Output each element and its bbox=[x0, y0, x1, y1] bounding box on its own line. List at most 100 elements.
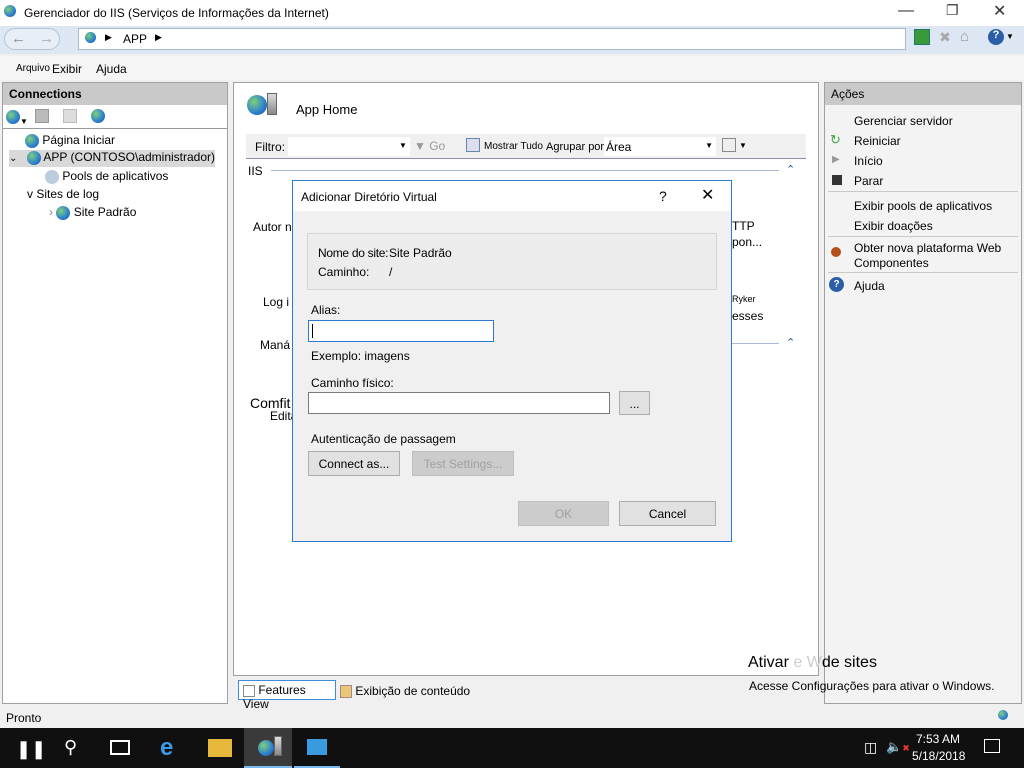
tab-label: Exibição de conteúdo bbox=[355, 684, 471, 698]
back-button[interactable]: ← bbox=[11, 30, 26, 47]
site-name-value: Site Padrão bbox=[389, 246, 452, 260]
action-web-platform[interactable]: Obter nova plataforma Web bbox=[854, 241, 1001, 255]
action-restart[interactable]: Reiniciar bbox=[854, 134, 901, 148]
tab-content-view[interactable]: Exibição de conteúdo bbox=[340, 682, 470, 700]
save-icon[interactable] bbox=[35, 109, 49, 123]
chevron-down-icon[interactable]: ⌄ bbox=[9, 153, 17, 164]
tree-item-app-pools[interactable]: Pools de aplicativos bbox=[45, 169, 168, 184]
physical-path-label: Caminho físico: bbox=[311, 376, 394, 390]
connections-panel: Connections ▼ Página Iniciar ⌄ APP (CONT… bbox=[2, 82, 228, 704]
breadcrumb-app[interactable]: APP bbox=[123, 32, 147, 46]
action-center-icon[interactable] bbox=[984, 739, 1000, 753]
ok-button[interactable]: OK bbox=[518, 501, 609, 526]
network-icon[interactable]: ◫ bbox=[864, 739, 877, 756]
filter-input[interactable] bbox=[288, 137, 410, 156]
menu-arquivo[interactable]: Arquivo bbox=[16, 63, 50, 74]
physical-path-input[interactable] bbox=[308, 392, 610, 414]
go-button[interactable]: ▼ Go bbox=[414, 139, 445, 153]
alias-input[interactable] bbox=[308, 320, 494, 342]
action-view-bindings[interactable]: Exibir doações bbox=[854, 219, 933, 233]
tree-item-sites[interactable]: v Sites de log bbox=[27, 187, 99, 201]
action-view-app-pools[interactable]: Exibir pools de aplicativos bbox=[854, 199, 992, 213]
status-server-icon bbox=[998, 709, 1008, 723]
start-icon: ▶ bbox=[832, 154, 840, 165]
add-virtual-directory-dialog: Adicionar Diretório Virtual ? ✕ Nome do … bbox=[292, 180, 732, 542]
path-label: Caminho: bbox=[318, 265, 370, 279]
cancel-button[interactable]: Cancel bbox=[619, 501, 716, 526]
tree-label: APP (CONTOSO\administrador) bbox=[43, 150, 216, 164]
action-manage-server[interactable]: Gerenciar servidor bbox=[854, 114, 953, 128]
feature-label[interactable]: Ryker bbox=[732, 294, 756, 304]
feature-label[interactable]: Log i bbox=[263, 295, 289, 309]
go-label: Go bbox=[429, 139, 446, 153]
activation-watermark-text: Acesse Configurações para ativar o Windo… bbox=[749, 679, 995, 693]
feature-label[interactable]: Autor n bbox=[253, 220, 292, 234]
app-home-icon bbox=[247, 93, 277, 118]
delete-connection-icon[interactable] bbox=[91, 109, 105, 126]
browse-button[interactable]: ... bbox=[619, 391, 650, 415]
minimize-button[interactable]: — bbox=[898, 2, 914, 20]
forward-button[interactable]: → bbox=[39, 30, 54, 47]
maximize-button[interactable]: ❐ bbox=[946, 2, 959, 19]
connect-as-button[interactable]: Connect as... bbox=[308, 451, 400, 476]
taskbar: ❚❚ ⚲ e ◫ 🔈✖ 7:53 AM 5/18/2018 bbox=[0, 728, 1024, 768]
tree-label: Página Iniciar bbox=[42, 133, 116, 147]
tab-features-view[interactable]: Features View bbox=[238, 680, 336, 711]
group-by-label: Agrupar por: bbox=[546, 141, 608, 153]
action-components[interactable]: Componentes bbox=[854, 256, 929, 270]
collapse-icon[interactable]: ⌃ bbox=[786, 163, 795, 176]
group-by-select[interactable]: Área ▼ bbox=[604, 137, 716, 156]
dialog-help-button[interactable]: ? bbox=[659, 188, 667, 204]
view-icon[interactable] bbox=[722, 138, 736, 152]
help-icon: ? bbox=[829, 277, 844, 292]
test-settings-button[interactable]: Test Settings... bbox=[412, 451, 514, 476]
start-button[interactable]: ❚❚ bbox=[16, 739, 46, 760]
clock-date[interactable]: 5/18/2018 bbox=[912, 749, 965, 763]
help-icon[interactable]: ? bbox=[988, 29, 1004, 45]
breadcrumb-arrow-icon[interactable]: ▶ bbox=[105, 32, 112, 43]
menu-exibir[interactable]: Exibir bbox=[52, 62, 82, 76]
internet-explorer-icon[interactable]: e bbox=[160, 734, 173, 762]
collapse-icon[interactable]: ⌃ bbox=[786, 336, 795, 349]
window-title: Gerenciador do IIS (Serviços de Informaç… bbox=[24, 6, 329, 20]
file-explorer-icon[interactable] bbox=[208, 739, 232, 757]
tree-item-start-page[interactable]: Página Iniciar bbox=[25, 133, 115, 148]
iis-manager-taskbar-button[interactable] bbox=[244, 728, 292, 768]
stop-icon[interactable]: ✖ bbox=[937, 29, 953, 45]
home-icon[interactable]: ⌂ bbox=[960, 28, 978, 46]
filter-label: Filtro: bbox=[255, 140, 285, 154]
menu-ajuda[interactable]: Ajuda bbox=[96, 62, 127, 76]
breadcrumb-arrow-icon[interactable]: ▶ bbox=[155, 32, 162, 43]
tree-item-default-site[interactable]: › Site Padrão bbox=[49, 205, 136, 220]
dialog-close-button[interactable]: ✕ bbox=[701, 185, 714, 205]
connections-toolbar: ▼ bbox=[3, 105, 227, 129]
action-start[interactable]: Início bbox=[854, 154, 883, 168]
up-icon[interactable] bbox=[63, 109, 77, 123]
feature-label[interactable]: esses bbox=[732, 309, 763, 323]
volume-muted-icon[interactable]: 🔈✖ bbox=[886, 739, 910, 755]
dialog-title: Adicionar Diretório Virtual bbox=[301, 190, 437, 204]
clock-time[interactable]: 7:53 AM bbox=[916, 732, 960, 746]
feature-label[interactable]: pon... bbox=[732, 235, 762, 249]
help-dropdown-icon[interactable]: ▼ bbox=[1006, 32, 1014, 41]
site-name-label: Nome do site: bbox=[318, 246, 389, 260]
chevron-right-icon[interactable]: › bbox=[49, 205, 53, 219]
group-iis: IIS bbox=[248, 164, 263, 178]
feature-label[interactable]: TTP bbox=[732, 219, 755, 233]
address-bar[interactable]: ▶ APP ▶ bbox=[78, 28, 906, 50]
filter-bar: Filtro: ▼ ▼ Go Mostrar Tudo Agrupar por:… bbox=[246, 134, 806, 159]
close-button[interactable]: ✕ bbox=[993, 1, 1006, 21]
tree-item-app-server[interactable]: ⌄ APP (CONTOSO\administrador) bbox=[9, 150, 215, 167]
filter-dropdown-icon[interactable]: ▼ bbox=[399, 141, 407, 150]
show-all-button[interactable]: Mostrar Tudo bbox=[484, 141, 543, 152]
action-help[interactable]: Ajuda bbox=[854, 279, 885, 293]
refresh-icon[interactable] bbox=[914, 29, 930, 45]
server-manager-taskbar-button[interactable] bbox=[294, 728, 340, 768]
site-info-box: Nome do site: Site Padrão Caminho: / bbox=[307, 233, 717, 290]
search-icon[interactable]: ⚲ bbox=[64, 737, 77, 758]
alias-label: Alias: bbox=[311, 303, 341, 317]
view-dropdown-icon[interactable]: ▼ bbox=[739, 141, 747, 150]
connect-icon[interactable]: ▼ bbox=[6, 110, 28, 127]
task-view-icon[interactable] bbox=[110, 740, 130, 755]
action-stop[interactable]: Parar bbox=[854, 174, 883, 188]
